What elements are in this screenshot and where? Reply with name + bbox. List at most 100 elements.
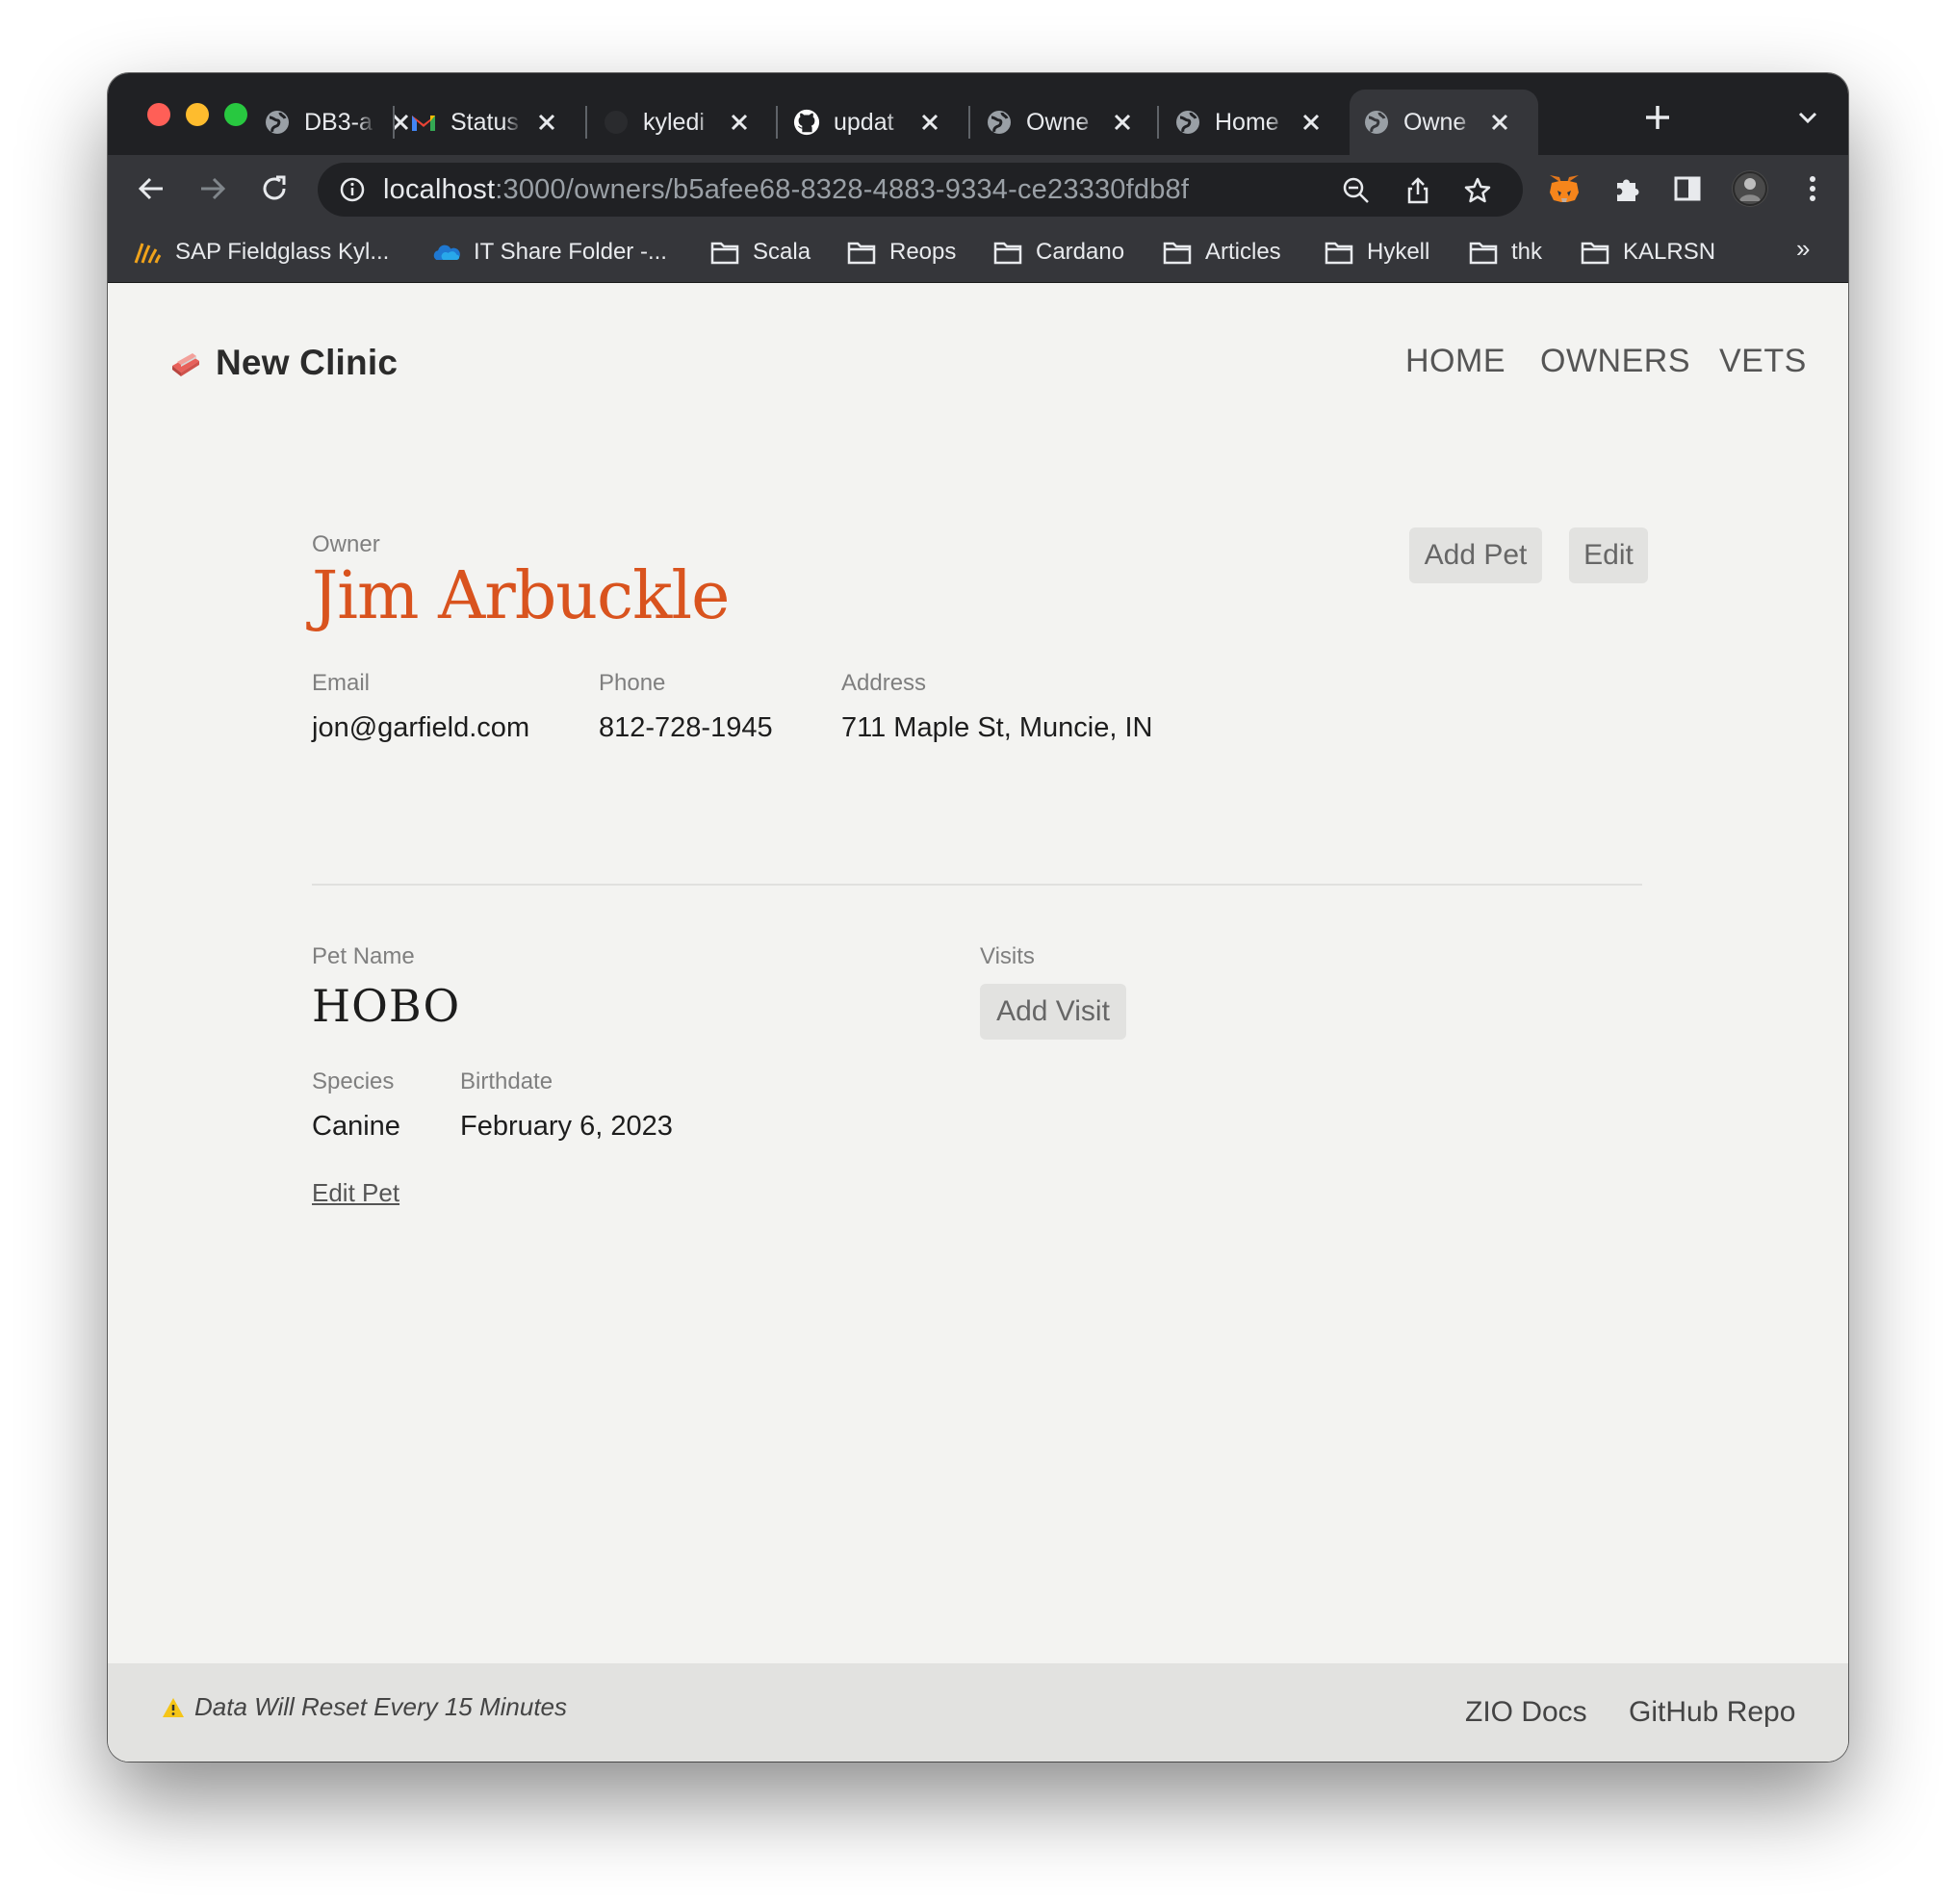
folder-icon xyxy=(1469,238,1498,267)
pet-species: Canine xyxy=(312,1111,400,1142)
url-path: :3000/owners/b5afee68-8328-4883-9334-ce2… xyxy=(495,174,1190,205)
add-visit-button[interactable]: Add Visit xyxy=(980,984,1126,1040)
window-close-button[interactable] xyxy=(147,103,170,126)
extensions-button[interactable] xyxy=(1611,172,1644,205)
arrow-left-icon xyxy=(138,177,163,200)
browser-tab[interactable]: Owne xyxy=(972,90,1134,155)
globe-icon xyxy=(986,109,1013,136)
tab-separator xyxy=(776,106,778,139)
phone-label: Phone xyxy=(599,670,666,696)
star-icon[interactable] xyxy=(1463,176,1492,205)
tab-title: kyledi xyxy=(643,108,705,136)
nav-owners[interactable]: OWNERS xyxy=(1540,343,1690,380)
brand-name: New Clinic xyxy=(216,343,399,382)
nav-home[interactable]: HOME xyxy=(1405,343,1506,380)
github-repo-link[interactable]: GitHub Repo xyxy=(1629,1696,1795,1729)
reload-icon xyxy=(263,175,286,200)
close-icon[interactable] xyxy=(728,111,751,134)
tab-strip: DB3-a Status kyledi updat Owne Home Owne xyxy=(108,73,1848,155)
browser-tab[interactable]: Home xyxy=(1161,90,1323,155)
reset-notice: Data Will Reset Every 15 Minutes xyxy=(162,1692,567,1722)
site-brand[interactable]: New Clinic xyxy=(169,343,398,383)
plus-icon xyxy=(1646,106,1669,129)
close-icon[interactable] xyxy=(1300,111,1323,134)
pet-name: HOBO xyxy=(312,980,461,1032)
tab-title: updat xyxy=(834,108,894,136)
info-icon[interactable] xyxy=(339,176,366,203)
browser-tab[interactable]: updat xyxy=(780,90,941,155)
bookmark-folder[interactable]: thk xyxy=(1469,236,1542,269)
bookmark-item[interactable]: SAP Fieldglass Kyl... xyxy=(133,236,389,269)
bookmarks-overflow-button[interactable]: » xyxy=(1796,234,1810,264)
metamask-extension-button[interactable] xyxy=(1548,172,1581,205)
owner-section-label: Owner xyxy=(312,531,380,557)
browser-tab-active[interactable]: Owne xyxy=(1350,90,1538,155)
tab-title: Owne xyxy=(1403,108,1467,136)
bookmark-label: IT Share Folder -... xyxy=(474,239,667,265)
add-pet-button[interactable]: Add Pet xyxy=(1409,527,1542,583)
back-button[interactable] xyxy=(135,172,167,205)
close-icon[interactable] xyxy=(535,111,558,134)
arrow-right-icon xyxy=(201,177,226,200)
edit-pet-link[interactable]: Edit Pet xyxy=(312,1178,399,1208)
visits-label: Visits xyxy=(980,943,1035,969)
tab-separator xyxy=(585,106,587,139)
bookmark-label: KALRSN xyxy=(1623,239,1716,265)
close-icon[interactable] xyxy=(918,111,941,134)
zio-docs-link[interactable]: ZIO Docs xyxy=(1465,1696,1587,1729)
gmail-icon xyxy=(410,109,437,136)
browser-tab[interactable]: kyledi xyxy=(589,90,751,155)
browser-tab[interactable]: Status xyxy=(397,90,558,155)
address-bar[interactable]: localhost:3000/owners/b5afee68-8328-4883… xyxy=(318,163,1523,217)
folder-icon xyxy=(710,238,739,267)
bookmark-folder[interactable]: Cardano xyxy=(993,236,1124,269)
clinic-logo-icon xyxy=(172,353,199,376)
nav-vets[interactable]: VETS xyxy=(1719,343,1807,380)
bookmark-folder[interactable]: KALRSN xyxy=(1581,236,1715,269)
bookmark-label: thk xyxy=(1511,239,1543,265)
bookmark-label: Cardano xyxy=(1036,239,1125,265)
browser-menu-button[interactable] xyxy=(1796,172,1829,205)
forward-button[interactable] xyxy=(196,172,229,205)
bookmark-item[interactable]: IT Share Folder -... xyxy=(431,236,667,269)
tab-separator xyxy=(968,106,970,139)
page-content: New Clinic HOME OWNERS VETS Owner Jim Ar… xyxy=(108,283,1848,1762)
url-host: localhost xyxy=(383,174,496,205)
browser-tab[interactable]: DB3-a xyxy=(250,90,412,155)
edit-owner-button[interactable]: Edit xyxy=(1569,527,1648,583)
folder-icon xyxy=(847,238,876,267)
address-label: Address xyxy=(841,670,927,696)
window-maximize-button[interactable] xyxy=(224,103,247,126)
owner-address: 711 Maple St, Muncie, IN xyxy=(841,712,1153,743)
zoom-out-icon[interactable] xyxy=(1342,176,1371,205)
folder-icon xyxy=(1581,238,1609,267)
bookmark-folder[interactable]: Articles xyxy=(1163,236,1281,269)
more-vertical-icon xyxy=(1810,176,1815,201)
page-footer: Data Will Reset Every 15 Minutes ZIO Doc… xyxy=(108,1663,1848,1762)
browser-toolbar: localhost:3000/owners/b5afee68-8328-4883… xyxy=(108,155,1848,222)
side-panel-icon xyxy=(1674,176,1701,201)
owner-phone: 812-728-1945 xyxy=(599,712,773,743)
tab-search-button[interactable] xyxy=(1794,104,1821,131)
bookmark-folder[interactable]: Reops xyxy=(847,236,956,269)
side-panel-button[interactable] xyxy=(1671,172,1704,205)
puzzle-icon xyxy=(1617,179,1639,201)
warning-icon xyxy=(163,1697,184,1717)
window-minimize-button[interactable] xyxy=(186,103,209,126)
globe-icon xyxy=(264,109,291,136)
bookmark-folder[interactable]: Scala xyxy=(710,236,811,269)
close-icon[interactable] xyxy=(1111,111,1134,134)
share-icon[interactable] xyxy=(1403,176,1432,205)
birthdate-label: Birthdate xyxy=(460,1068,553,1094)
reload-button[interactable] xyxy=(258,172,291,205)
tab-title: Owne xyxy=(1026,108,1090,136)
bookmark-folder[interactable]: Hykell xyxy=(1325,236,1429,269)
profile-avatar-button[interactable] xyxy=(1731,169,1769,208)
close-icon[interactable] xyxy=(1488,111,1511,134)
email-label: Email xyxy=(312,670,371,696)
new-tab-button[interactable] xyxy=(1642,102,1673,133)
bookmarks-bar: SAP Fieldglass Kyl... IT Share Folder -.… xyxy=(108,222,1848,283)
github-icon xyxy=(603,109,630,136)
section-divider xyxy=(312,884,1642,886)
bookmark-label: Scala xyxy=(753,239,811,265)
